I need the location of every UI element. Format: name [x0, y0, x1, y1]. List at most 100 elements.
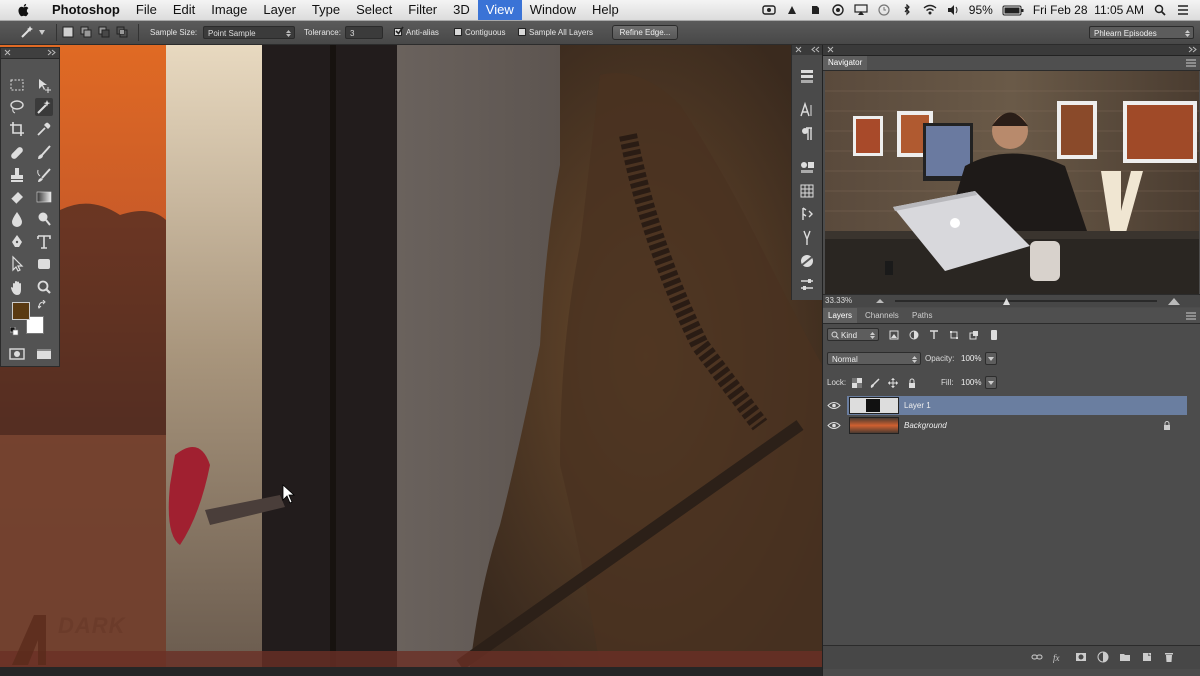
trash-icon[interactable]	[1163, 651, 1175, 663]
menu-app-name[interactable]: Photoshop	[46, 0, 128, 20]
menu-select[interactable]: Select	[348, 0, 400, 20]
clone-stamp-tool-icon[interactable]	[8, 166, 26, 184]
lock-transparent-pixels-icon[interactable]	[852, 378, 862, 388]
filter-toggle[interactable]	[991, 330, 997, 340]
add-mask-icon[interactable]	[1075, 651, 1087, 663]
rectangle-tool-icon[interactable]	[35, 255, 53, 273]
wifi-icon[interactable]	[923, 4, 937, 16]
opacity-slider-toggle[interactable]	[985, 352, 997, 365]
adjustment-layer-icon[interactable]	[1097, 651, 1109, 663]
intersect-selection-icon[interactable]	[116, 26, 128, 38]
tolerance-input[interactable]: 3	[345, 26, 383, 39]
filter-smart-object-icon[interactable]	[969, 330, 979, 340]
dodge-tool-icon[interactable]	[35, 210, 53, 228]
filter-shape-icon[interactable]	[949, 330, 959, 340]
dock-header[interactable]	[792, 45, 823, 55]
filter-type-icon[interactable]	[929, 330, 939, 340]
battery-icon[interactable]	[1002, 5, 1024, 16]
brush-tool-icon[interactable]	[35, 144, 53, 162]
close-icon[interactable]	[795, 46, 802, 53]
collapse-icon[interactable]	[1188, 46, 1197, 53]
screen-mode-icon[interactable]	[35, 345, 53, 363]
chat-icon[interactable]	[831, 4, 845, 16]
menu-type[interactable]: Type	[304, 0, 348, 20]
layer-thumbnail[interactable]	[849, 417, 899, 434]
sample-size-select[interactable]: Point Sample	[203, 26, 295, 39]
add-to-selection-icon[interactable]	[80, 26, 92, 38]
fill-value[interactable]: 100%	[961, 376, 981, 389]
tab-navigator[interactable]: Navigator	[823, 56, 868, 70]
lasso-tool-icon[interactable]	[8, 98, 26, 116]
eyedropper-tool-icon[interactable]	[35, 120, 53, 138]
actions-panel-icon[interactable]	[798, 205, 816, 223]
expand-icon[interactable]	[811, 46, 820, 53]
menubar-clock[interactable]: Fri Feb 28 11:05 AM	[1033, 3, 1144, 17]
layer-filter-select[interactable]: Kind	[827, 328, 879, 341]
spotlight-search-icon[interactable]	[1153, 4, 1167, 16]
character-panel-icon[interactable]	[798, 101, 816, 119]
lock-position-icon[interactable]	[888, 378, 898, 388]
move-tool-icon[interactable]	[35, 76, 53, 94]
magic-wand-tool-icon[interactable]	[35, 98, 53, 116]
contiguous-checkbox[interactable]	[454, 28, 462, 36]
panel-menu-icon[interactable]	[1186, 312, 1196, 320]
layer-name[interactable]: Layer 1	[904, 396, 931, 415]
layer-thumbnail[interactable]	[849, 397, 899, 414]
pen-tool-icon[interactable]	[8, 233, 26, 251]
menu-image[interactable]: Image	[203, 0, 255, 20]
tab-paths[interactable]: Paths	[907, 308, 937, 323]
brush-presets-icon[interactable]	[798, 229, 816, 247]
apple-menu-icon[interactable]	[16, 2, 32, 18]
tab-channels[interactable]: Channels	[860, 308, 904, 323]
tools-panel-header[interactable]	[1, 48, 59, 59]
crop-tool-icon[interactable]	[8, 120, 26, 138]
menu-file[interactable]: File	[128, 0, 165, 20]
eraser-tool-icon[interactable]	[8, 188, 26, 206]
menu-filter[interactable]: Filter	[400, 0, 445, 20]
airplay-icon[interactable]	[854, 4, 868, 16]
new-group-icon[interactable]	[1119, 651, 1131, 663]
opacity-value[interactable]: 100%	[961, 352, 981, 365]
volume-icon[interactable]	[946, 4, 960, 16]
fill-slider-toggle[interactable]	[985, 376, 997, 389]
visibility-eye-icon[interactable]	[827, 396, 841, 415]
close-icon[interactable]	[827, 46, 834, 53]
zoom-out-icon[interactable]	[875, 297, 885, 305]
lock-image-pixels-icon[interactable]	[870, 378, 880, 388]
navigator-group-header[interactable]	[823, 45, 1200, 56]
document-canvas[interactable]: DARK	[0, 45, 822, 667]
foreground-color-swatch[interactable]	[12, 302, 30, 320]
link-layers-icon[interactable]	[1031, 651, 1043, 663]
notification-center-icon[interactable]	[1176, 4, 1190, 16]
hand-tool-icon[interactable]	[8, 279, 26, 297]
path-selection-tool-icon[interactable]	[8, 255, 26, 273]
zoom-tool-icon[interactable]	[35, 279, 53, 297]
zoom-slider-thumb[interactable]	[1003, 298, 1010, 305]
evernote-icon[interactable]	[808, 4, 822, 16]
zoom-level[interactable]: 33.33%	[825, 296, 852, 305]
video-icon[interactable]	[762, 4, 776, 16]
styles-panel-icon[interactable]	[798, 252, 816, 270]
properties-panel-icon[interactable]	[798, 276, 816, 294]
type-tool-icon[interactable]	[35, 233, 53, 251]
lock-icon[interactable]	[1163, 421, 1171, 430]
blur-tool-icon[interactable]	[8, 210, 26, 228]
bluetooth-icon[interactable]	[900, 4, 914, 16]
layer-row[interactable]: Layer 1	[847, 396, 1187, 415]
close-icon[interactable]	[4, 49, 11, 56]
default-colors-icon[interactable]	[10, 327, 19, 336]
filter-adjustment-icon[interactable]	[909, 330, 919, 340]
zoom-slider-track[interactable]	[895, 300, 1157, 302]
menu-edit[interactable]: Edit	[165, 0, 203, 20]
healing-brush-tool-icon[interactable]	[8, 144, 26, 162]
new-layer-icon[interactable]	[1141, 651, 1153, 663]
chevron-down-icon[interactable]	[39, 30, 45, 35]
history-panel-icon[interactable]	[798, 67, 816, 85]
navigator-preview[interactable]	[825, 71, 1199, 294]
paragraph-panel-icon[interactable]	[798, 125, 816, 143]
marquee-tool-icon[interactable]	[8, 76, 26, 94]
menu-help[interactable]: Help	[584, 0, 627, 20]
new-selection-icon[interactable]	[62, 26, 74, 38]
anti-alias-checkbox[interactable]	[394, 26, 404, 36]
swatches-panel-icon[interactable]	[798, 182, 816, 200]
